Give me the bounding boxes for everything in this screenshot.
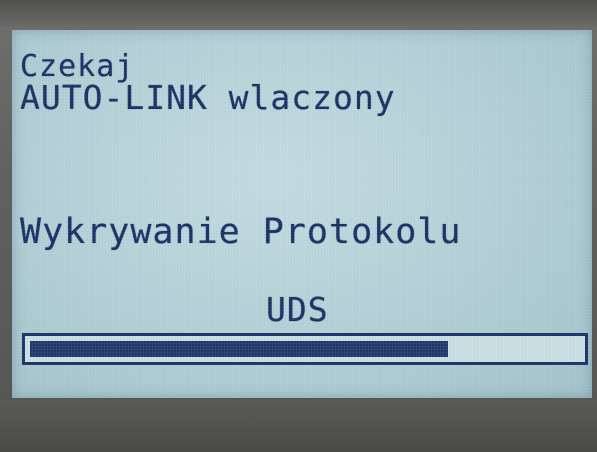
device-bezel-bottom [0, 400, 597, 452]
protocol-detection-text: Wykrywanie Protokolu [20, 212, 462, 252]
lcd-screen: Czekaj AUTO-LINK wlaczony Wykrywanie Pro… [12, 30, 592, 398]
device-frame: Czekaj AUTO-LINK wlaczony Wykrywanie Pro… [0, 0, 597, 452]
protocol-name-text: UDS [266, 290, 329, 329]
progress-bar [22, 333, 588, 365]
auto-link-status-text: AUTO-LINK wlaczony [20, 78, 396, 117]
progress-bar-fill [30, 341, 448, 357]
device-bezel-top [0, 0, 597, 30]
